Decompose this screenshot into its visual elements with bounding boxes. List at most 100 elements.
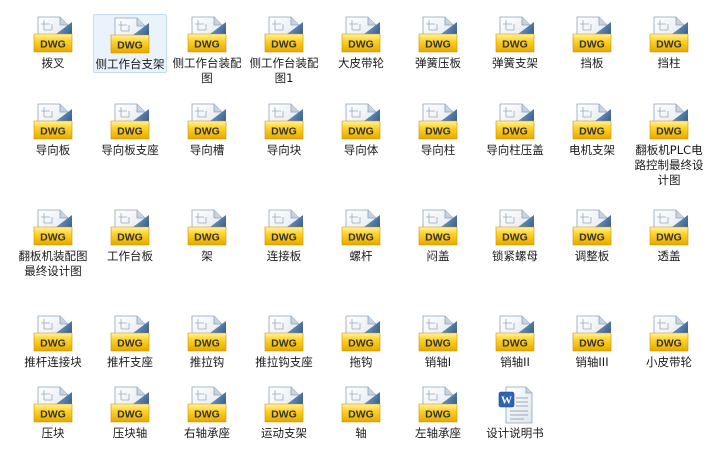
file-item[interactable]: DWG 透盖 [632,207,706,264]
file-name-label: 压块轴 [112,426,148,440]
dwg-file-icon: DWG [418,386,458,423]
file-item[interactable]: DWG 导向槽 [170,101,244,158]
file-item[interactable]: DWG 架 [170,207,244,264]
dwg-file-icon: DWG [418,209,458,246]
svg-text:DWG: DWG [579,39,605,51]
file-name-label: 大皮带轮 [338,56,384,70]
svg-text:DWG: DWG [194,126,220,138]
file-item[interactable]: DWG 翻板机装配图最终设计图 [16,207,90,279]
file-name-label: 调整板 [574,249,610,263]
file-item[interactable]: DWG 推杆连接块 [16,313,90,370]
file-item[interactable]: DWG 螺杆 [324,207,398,264]
file-name-label: 闷盖 [426,249,450,263]
dwg-file-icon: DWG [572,16,612,53]
file-name-label: 销轴III [575,355,609,369]
svg-text:DWG: DWG [40,409,66,421]
file-item[interactable]: DWG 挡板 [555,14,629,71]
svg-text:DWG: DWG [117,232,143,244]
file-item[interactable]: DWG 推拉钩支座 [247,313,321,370]
dwg-file-icon: DWG [110,103,150,140]
file-name-label: 销轴II [500,355,530,369]
svg-text:DWG: DWG [656,338,682,350]
file-item[interactable]: DWG 推拉钩 [170,313,244,370]
file-item[interactable]: DWG 侧工作台装配图 [170,14,244,86]
file-item[interactable]: DWG 销轴I [401,313,475,370]
dwg-file-icon: DWG [572,315,612,352]
svg-text:DWG: DWG [502,232,528,244]
file-item[interactable]: DWG 左轴承座 [401,384,475,441]
file-name-label: 导向板支座 [101,143,159,157]
dwg-file-icon: DWG [110,209,150,246]
dwg-file-icon: DWG [341,16,381,53]
svg-text:DWG: DWG [194,232,220,244]
dwg-file-icon: DWG [187,315,227,352]
file-item[interactable]: DWG 连接板 [247,207,321,264]
file-item[interactable]: DWG 轴 [324,384,398,441]
file-name-label: 销轴I [424,355,452,369]
file-name-label: 电机支架 [569,143,615,157]
dwg-file-icon: DWG [187,16,227,53]
file-name-label: 轴 [355,426,367,440]
dwg-file-icon: DWG [572,209,612,246]
file-name-label: 导向柱 [420,143,456,157]
file-name-label: 翻板机PLC电路控制最终设计图 [634,143,704,187]
file-item[interactable]: DWG 销轴III [555,313,629,370]
file-item[interactable]: DWG 工作台板 [93,207,167,264]
file-item[interactable]: DWG 推杆支座 [93,313,167,370]
file-item[interactable]: DWG 小皮带轮 [632,313,706,370]
file-item[interactable]: DWG 导向柱压盖 [478,101,552,158]
dwg-file-icon: DWG [264,386,304,423]
svg-text:DWG: DWG [425,126,451,138]
file-item[interactable]: DWG 拨叉 [16,14,90,71]
file-item[interactable]: DWG 右轴承座 [170,384,244,441]
file-item[interactable]: DWG 弹簧压板 [401,14,475,71]
file-name-label: 拖钩 [349,355,373,369]
file-item[interactable]: DWG 导向板支座 [93,101,167,158]
dwg-file-icon: DWG [649,103,689,140]
file-item[interactable]: DWG 压块 [16,384,90,441]
file-name-label: 弹簧压板 [415,56,461,70]
file-item[interactable]: DWG 运动支架 [247,384,321,441]
file-item[interactable]: DWG 导向块 [247,101,321,158]
svg-text:DWG: DWG [348,338,374,350]
svg-text:DWG: DWG [656,232,682,244]
file-name-label: 推杆连接块 [24,355,82,369]
file-item[interactable]: DWG 调整板 [555,207,629,264]
dwg-file-icon: DWG [33,386,73,423]
file-item[interactable]: DWG 拖钩 [324,313,398,370]
dwg-file-icon: DWG [341,103,381,140]
dwg-file-icon: DWG [495,16,535,53]
dwg-file-icon: DWG [33,315,73,352]
file-item[interactable]: DWG 压块轴 [93,384,167,441]
file-name-label: 推杆支座 [107,355,153,369]
file-name-label: 左轴承座 [415,426,461,440]
dwg-file-icon: DWG [495,315,535,352]
file-item[interactable]: DWG 翻板机PLC电路控制最终设计图 [632,101,706,188]
file-item[interactable]: DWG 弹簧支架 [478,14,552,71]
file-item[interactable]: DWG 侧工作台装配图1 [247,14,321,86]
file-item[interactable]: DWG 电机支架 [555,101,629,158]
file-name-label: 导向块 [266,143,302,157]
file-item[interactable]: DWG 锁紧螺母 [478,207,552,264]
svg-text:DWG: DWG [579,338,605,350]
svg-text:DWG: DWG [502,338,528,350]
file-item[interactable]: DWG 销轴II [478,313,552,370]
file-name-label: 压块 [41,426,65,440]
svg-text:DWG: DWG [117,338,143,350]
word-document-icon: W [498,386,533,424]
svg-text:DWG: DWG [271,232,297,244]
file-name-label: 导向柱压盖 [486,143,544,157]
file-item[interactable]: DWG 导向柱 [401,101,475,158]
svg-text:DWG: DWG [579,126,605,138]
file-item[interactable]: DWG 挡柱 [632,14,706,71]
file-item[interactable]: DWG 闷盖 [401,207,475,264]
file-item[interactable]: DWG 侧工作台支架 [93,14,167,73]
file-item[interactable]: W 设计说明书 [478,384,552,441]
file-item[interactable]: DWG 导向体 [324,101,398,158]
svg-text:DWG: DWG [425,232,451,244]
svg-text:DWG: DWG [40,126,66,138]
dwg-file-icon: DWG [341,315,381,352]
file-item[interactable]: DWG 导向板 [16,101,90,158]
file-name-label: 侧工作台支架 [95,57,165,71]
file-item[interactable]: DWG 大皮带轮 [324,14,398,71]
